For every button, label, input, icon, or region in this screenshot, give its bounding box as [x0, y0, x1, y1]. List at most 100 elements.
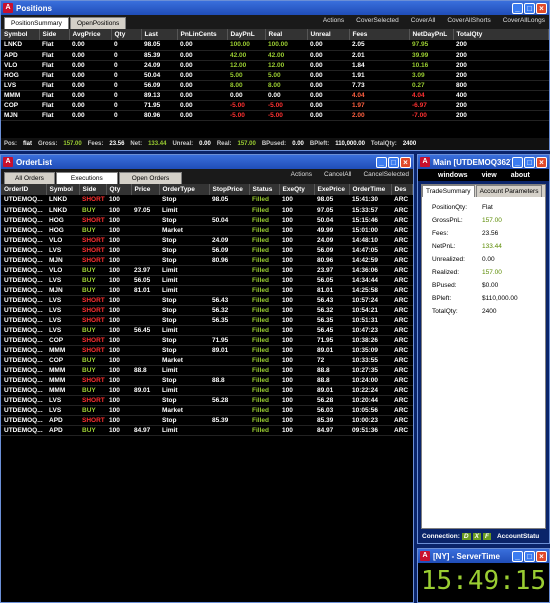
tab-all-orders[interactable]: All Orders — [4, 172, 55, 184]
table-row[interactable]: UTDEMOQ... MMM SHORT 100 Stop 89.01 Filled 100 8… — [1, 345, 413, 356]
close-icon[interactable]: × — [536, 2, 547, 14]
cover-selected-button[interactable]: CoverSelected — [356, 17, 399, 24]
table-row[interactable]: UTDEMOQ... COP BUY 100 Market Filled 100 72 10:3… — [1, 355, 413, 366]
column-header[interactable]: PnLinCents — [177, 29, 228, 40]
positions-titlebar[interactable]: A Positions _ □ × — [1, 1, 549, 15]
table-row[interactable]: UTDEMOQ... MMM BUY 100 88.8 Limit Filled 100 88.… — [1, 365, 413, 376]
minimize-icon[interactable]: _ — [512, 156, 523, 168]
tab-trade-summary[interactable]: TradeSummary — [422, 185, 475, 197]
close-icon[interactable]: × — [536, 156, 547, 168]
actions-menu[interactable]: Actions — [323, 17, 344, 24]
minimize-icon[interactable]: _ — [376, 156, 387, 168]
table-row[interactable]: VLO Flat 0.00 0 24.09 0.00 12.00 12.00 0.00 1.84 1… — [1, 60, 549, 71]
table-row[interactable]: UTDEMOQ... LVS SHORT 100 Stop 56.35 Filled 100 5… — [1, 315, 413, 326]
servertime-titlebar[interactable]: A [NY] - ServerTime _ □ × — [418, 549, 549, 563]
column-header[interactable]: ExeQty — [279, 184, 315, 195]
table-row[interactable]: UTDEMOQ... VLO SHORT 100 Stop 24.09 Filled 100 2… — [1, 235, 413, 246]
tab-executions[interactable]: Executions — [55, 172, 118, 184]
column-header[interactable]: Side — [79, 184, 107, 195]
menu-windows[interactable]: windows — [438, 172, 468, 179]
table-row[interactable]: UTDEMOQ... MMM BUY 100 89.01 Limit Filled 100 89… — [1, 385, 413, 396]
table-row[interactable]: UTDEMOQ... LVS BUY 100 56.05 Limit Filled 100 56… — [1, 275, 413, 286]
column-header[interactable]: Real — [265, 29, 308, 40]
orderlist-titlebar[interactable]: A OrderList _ □ × — [1, 155, 413, 169]
column-header[interactable]: DayPnL — [227, 29, 266, 40]
column-header[interactable]: Symbol — [1, 29, 40, 40]
table-row[interactable]: UTDEMOQ... LVS SHORT 100 Stop 56.28 Filled 100 5… — [1, 395, 413, 406]
table-row[interactable]: UTDEMOQ... APD BUY 100 84.97 Limit Filled 100 84… — [1, 425, 413, 436]
cover-all-longs-button[interactable]: CoverAllLongs — [503, 17, 545, 24]
column-header[interactable]: OrderTime — [349, 184, 392, 195]
column-header[interactable]: NetDayPnL — [409, 29, 454, 40]
column-header[interactable]: ExePrice — [314, 184, 350, 195]
close-icon[interactable]: × — [400, 156, 411, 168]
maximize-icon[interactable]: □ — [388, 156, 399, 168]
table-row[interactable]: APD Flat 0.00 0 85.39 0.00 42.00 42.00 0.00 2.01 3… — [1, 50, 549, 61]
table-cell: 50.04 — [141, 70, 177, 81]
table-cell: LVS — [46, 315, 79, 326]
table-row[interactable]: UTDEMOQ... LNKD BUY 100 97.05 Limit Filled 100 9… — [1, 205, 413, 216]
menu-about[interactable]: about — [511, 172, 530, 179]
table-row[interactable]: HOG Flat 0.00 0 50.04 0.00 5.00 5.00 0.00 1.91 3.0… — [1, 70, 549, 81]
column-header[interactable]: Des — [391, 184, 413, 195]
table-row[interactable]: LVS Flat 0.00 0 56.09 0.00 8.00 8.00 0.00 7.73 0.2… — [1, 80, 549, 91]
tab-account-parameters[interactable]: Account Parameters — [475, 185, 543, 197]
maximize-icon[interactable]: □ — [524, 156, 535, 168]
table-row[interactable]: UTDEMOQ... MJN BUY 100 81.01 Limit Filled 100 81… — [1, 285, 413, 296]
tab-open-positions[interactable]: OpenPositions — [69, 17, 127, 29]
table-row[interactable]: UTDEMOQ... LNKD SHORT 100 Stop 98.05 Filled 100… — [1, 195, 413, 206]
cancel-selected-button[interactable]: CancelSelected — [363, 171, 409, 178]
minimize-icon[interactable]: _ — [512, 550, 523, 562]
table-cell: UTDEMOQ... — [1, 325, 46, 336]
table-row[interactable]: UTDEMOQ... LVS BUY 100 Market Filled 100 56.03 1… — [1, 405, 413, 416]
column-header[interactable]: Status — [249, 184, 280, 195]
main-titlebar[interactable]: A Main [UTDEMOQ362] _ □ × — [418, 155, 549, 169]
table-cell: 0.00 — [177, 40, 227, 51]
column-header[interactable]: Price — [131, 184, 160, 195]
column-header[interactable]: AvgPrice — [69, 29, 112, 40]
column-header[interactable]: Last — [141, 29, 178, 40]
table-row[interactable]: COP Flat 0.00 0 71.95 0.00 -5.00 -5.00 0.00 1.97-… — [1, 100, 549, 111]
minimize-icon[interactable]: _ — [512, 2, 523, 14]
tab-open-orders[interactable]: Open Orders — [118, 172, 183, 184]
table-cell: HOG — [1, 70, 39, 81]
column-header[interactable]: OrderType — [159, 184, 210, 195]
table-row[interactable]: UTDEMOQ... LVS SHORT 100 Stop 56.09 Filled 100 5… — [1, 245, 413, 256]
cover-all-shorts-button[interactable]: CoverAllShorts — [447, 17, 490, 24]
actions-menu[interactable]: Actions — [291, 171, 312, 178]
table-row[interactable]: UTDEMOQ... HOG BUY 100 Market Filled 100 49.99 1… — [1, 225, 413, 236]
column-header[interactable]: Unreal — [307, 29, 350, 40]
table-row[interactable]: LNKD Flat 0.00 0 98.05 0.00 100.00 100.00 0.00 2.… — [1, 40, 549, 51]
table-cell: 80.96 — [141, 110, 177, 121]
table-row[interactable]: UTDEMOQ... MMM SHORT 100 Stop 88.8 Filled 100 88… — [1, 375, 413, 386]
column-header[interactable]: Side — [39, 29, 70, 40]
menu-view[interactable]: view — [482, 172, 497, 179]
tab-position-summary[interactable]: PositionSummary — [4, 17, 69, 29]
table-row[interactable]: UTDEMOQ... LVS SHORT 100 Stop 56.32 Filled 100 5… — [1, 305, 413, 316]
table-row[interactable]: UTDEMOQ... MJN SHORT 100 Stop 80.96 Filled 100 8… — [1, 255, 413, 266]
table-row[interactable]: MJN Flat 0.00 0 80.96 0.00 -5.00 -5.00 0.00 2.00-… — [1, 110, 549, 121]
column-header[interactable]: Fees — [349, 29, 410, 40]
column-header[interactable]: Qty — [106, 184, 132, 195]
table-row[interactable]: MMM Flat 0.00 0 89.13 0.00 0.00 0.00 0.00 4.04 4.0… — [1, 90, 549, 101]
table-cell: VLO — [46, 235, 79, 246]
table-cell: 56.35 — [314, 315, 349, 326]
table-row[interactable]: UTDEMOQ... LVS SHORT 100 Stop 56.43 Filled 100 5… — [1, 295, 413, 306]
cover-all-button[interactable]: CoverAll — [411, 17, 436, 24]
column-header[interactable]: StopPrice — [209, 184, 250, 195]
close-icon[interactable]: × — [536, 550, 547, 562]
maximize-icon[interactable]: □ — [524, 2, 535, 14]
table-row[interactable]: UTDEMOQ... VLO BUY 100 23.97 Limit Filled 100 23… — [1, 265, 413, 276]
column-header[interactable]: TotalQty — [453, 29, 549, 40]
maximize-icon[interactable]: □ — [524, 550, 535, 562]
column-header[interactable]: OrderID — [1, 184, 47, 195]
cancel-all-button[interactable]: CancelAll — [324, 171, 351, 178]
table-row[interactable]: UTDEMOQ... LVS BUY 100 56.45 Limit Filled 100 56… — [1, 325, 413, 336]
table-row[interactable]: UTDEMOQ... COP SHORT 100 Stop 71.95 Filled 100 7… — [1, 335, 413, 346]
column-header[interactable]: Symbol — [46, 184, 80, 195]
table-cell: Limit — [159, 205, 209, 216]
column-header[interactable]: Qty — [111, 29, 142, 40]
table-row[interactable]: UTDEMOQ... HOG SHORT 100 Stop 50.04 Filled 100 5… — [1, 215, 413, 226]
unreal-label: Unreal: — [172, 141, 194, 147]
table-row[interactable]: UTDEMOQ... APD SHORT 100 Stop 85.39 Filled 100 8… — [1, 415, 413, 426]
